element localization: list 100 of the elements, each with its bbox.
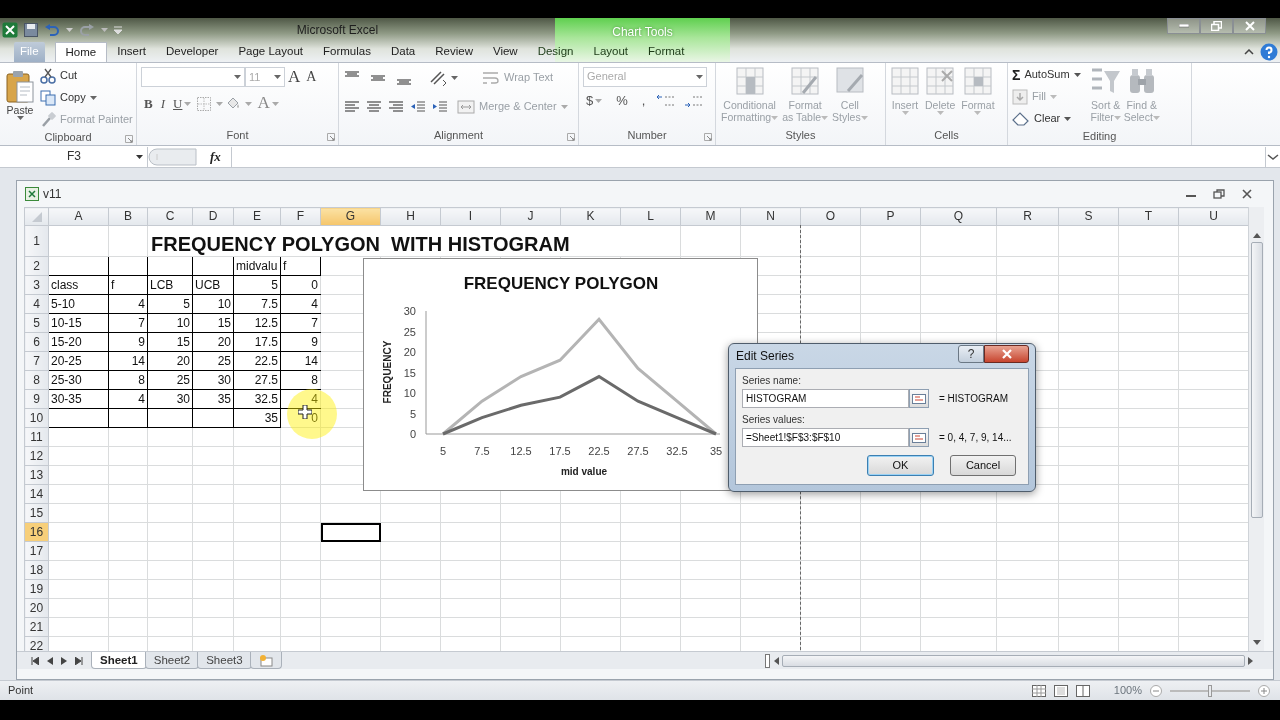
split-handle-icon[interactable] bbox=[765, 653, 770, 668]
copy-button[interactable]: Copy bbox=[40, 87, 133, 109]
ribbon-tab[interactable]: Data bbox=[380, 42, 426, 62]
align-right-icon[interactable] bbox=[387, 99, 405, 115]
ribbon-tab[interactable]: Format bbox=[638, 42, 695, 62]
first-sheet-icon[interactable] bbox=[31, 656, 39, 665]
orientation-button[interactable] bbox=[429, 70, 458, 86]
expand-formula-icon[interactable] bbox=[1266, 152, 1280, 161]
dialog-launcher-icon[interactable] bbox=[704, 133, 712, 141]
decrease-indent-icon[interactable] bbox=[409, 99, 427, 115]
cut-button[interactable]: Cut bbox=[40, 65, 133, 87]
customize-toolbar-icon[interactable] bbox=[114, 26, 122, 34]
align-left-icon[interactable] bbox=[343, 99, 361, 115]
ribbon-tab[interactable]: Page Layout bbox=[228, 42, 313, 62]
scroll-left-icon[interactable] bbox=[772, 655, 780, 666]
scroll-right-icon[interactable] bbox=[1247, 655, 1255, 666]
insert-function-button[interactable]: fx bbox=[210, 148, 221, 165]
column-header[interactable]: M bbox=[680, 207, 741, 226]
column-header[interactable]: L bbox=[620, 207, 681, 226]
ribbon-tab[interactable]: View bbox=[482, 42, 528, 62]
range-select-button[interactable] bbox=[909, 428, 929, 447]
align-center-icon[interactable] bbox=[365, 99, 383, 115]
normal-view-icon[interactable] bbox=[1031, 684, 1046, 697]
borders-button[interactable] bbox=[196, 95, 224, 112]
ribbon-tab[interactable]: Home bbox=[54, 42, 108, 62]
page-break-view-icon[interactable] bbox=[1075, 684, 1090, 697]
ribbon-tab[interactable]: Layout bbox=[583, 42, 638, 62]
redo-icon[interactable] bbox=[79, 24, 95, 36]
next-sheet-icon[interactable] bbox=[61, 656, 67, 665]
dialog-launcher-icon[interactable] bbox=[327, 133, 335, 141]
last-sheet-icon[interactable] bbox=[75, 656, 83, 665]
active-cell[interactable] bbox=[320, 522, 381, 542]
sheet-tab[interactable]: Sheet2 bbox=[144, 652, 200, 669]
help-icon[interactable] bbox=[1260, 43, 1278, 61]
comma-button[interactable]: , bbox=[638, 93, 649, 109]
column-header[interactable]: H bbox=[380, 207, 441, 226]
ribbon-tab[interactable]: Insert bbox=[107, 42, 156, 62]
grow-font-button[interactable]: A bbox=[285, 67, 304, 88]
scrollbar-thumb[interactable] bbox=[782, 654, 1245, 667]
collapse-ribbon-icon[interactable] bbox=[1244, 49, 1254, 55]
undo-icon[interactable] bbox=[44, 24, 60, 36]
ribbon-tab[interactable]: Developer bbox=[156, 42, 229, 62]
percent-button[interactable]: % bbox=[613, 93, 631, 109]
dialog-button[interactable]: OK bbox=[867, 455, 934, 476]
column-header[interactable]: D bbox=[192, 207, 234, 226]
paste-button[interactable]: Paste bbox=[4, 67, 36, 131]
ribbon-tab[interactable]: Design bbox=[527, 42, 584, 62]
column-header[interactable]: J bbox=[500, 207, 561, 226]
column-header[interactable]: G bbox=[320, 207, 381, 226]
sheet-tab[interactable]: Sheet1 bbox=[91, 652, 147, 669]
clear-button[interactable]: Clear bbox=[1012, 108, 1081, 130]
column-header[interactable]: B bbox=[108, 207, 148, 226]
spreadsheet-logo-icon[interactable] bbox=[2, 22, 18, 38]
row-header[interactable]: 1 bbox=[24, 225, 49, 257]
ribbon-tab[interactable]: Formulas bbox=[313, 42, 381, 62]
column-header[interactable]: A bbox=[48, 207, 109, 226]
slider-thumb[interactable] bbox=[1208, 684, 1212, 697]
column-header[interactable]: T bbox=[1118, 207, 1179, 226]
close-icon[interactable] bbox=[1241, 189, 1253, 199]
restore-icon[interactable] bbox=[1213, 189, 1225, 199]
column-header[interactable]: C bbox=[147, 207, 193, 226]
formula-input[interactable] bbox=[230, 146, 1266, 167]
dialog-launcher-icon[interactable] bbox=[125, 135, 133, 143]
column-header[interactable]: E bbox=[233, 207, 281, 226]
column-header[interactable]: U bbox=[1178, 207, 1248, 226]
zoom-out-icon[interactable] bbox=[1150, 684, 1162, 697]
column-header[interactable]: P bbox=[860, 207, 921, 226]
scroll-up-icon[interactable] bbox=[1251, 231, 1262, 239]
scrollbar-thumb[interactable] bbox=[1250, 242, 1263, 518]
minimize-button[interactable] bbox=[1167, 18, 1200, 34]
zoom-in-icon[interactable] bbox=[1258, 684, 1270, 697]
increase-indent-icon[interactable] bbox=[431, 99, 449, 115]
restore-button[interactable] bbox=[1200, 18, 1233, 34]
currency-button[interactable]: $ bbox=[583, 93, 606, 109]
column-header[interactable]: F bbox=[280, 207, 321, 226]
previous-sheet-icon[interactable] bbox=[47, 656, 53, 665]
bold-button[interactable]: B bbox=[141, 95, 156, 112]
increase-decimal-icon[interactable] bbox=[656, 93, 677, 109]
name-box[interactable]: F3 bbox=[0, 146, 148, 167]
close-button[interactable] bbox=[984, 345, 1029, 363]
save-icon[interactable] bbox=[24, 23, 38, 37]
column-header[interactable]: I bbox=[440, 207, 501, 226]
column-header[interactable]: R bbox=[996, 207, 1059, 226]
sheet-tab[interactable]: Sheet3 bbox=[197, 652, 252, 669]
underline-button[interactable]: U bbox=[170, 95, 195, 112]
column-header[interactable]: K bbox=[560, 207, 621, 226]
column-header[interactable]: Q bbox=[920, 207, 997, 226]
autosum-button[interactable]: Σ AutoSum bbox=[1012, 64, 1081, 86]
italic-button[interactable]: I bbox=[157, 95, 168, 112]
input-field[interactable]: =Sheet1!$F$3:$F$10 bbox=[742, 428, 909, 447]
font-color-button[interactable]: A bbox=[254, 93, 282, 114]
insert-sheet-button[interactable] bbox=[249, 652, 282, 669]
shrink-font-button[interactable]: A bbox=[303, 68, 320, 86]
help-button[interactable]: ? bbox=[958, 345, 984, 363]
range-select-button[interactable] bbox=[909, 389, 929, 408]
column-header[interactable]: O bbox=[800, 207, 861, 226]
dialog-launcher-icon[interactable] bbox=[567, 133, 575, 141]
column-header[interactable]: S bbox=[1058, 207, 1119, 226]
input-field[interactable]: HISTOGRAM bbox=[742, 389, 909, 408]
column-header[interactable]: N bbox=[740, 207, 801, 226]
